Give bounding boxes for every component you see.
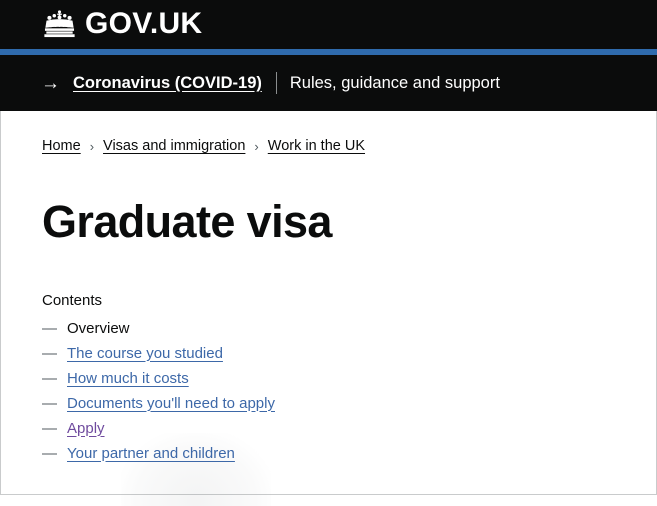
- list-item: — Your partner and children: [1, 445, 656, 470]
- em-dash-icon: —: [42, 419, 57, 437]
- breadcrumb-separator-icon: ›: [254, 138, 259, 154]
- contents-item-overview: Overview: [67, 319, 130, 337]
- contents-item-your-partner-and-children[interactable]: Your partner and children: [67, 445, 235, 462]
- em-dash-icon: —: [42, 344, 57, 362]
- breadcrumb-item-home[interactable]: Home: [42, 138, 81, 154]
- contents-item-apply[interactable]: Apply: [67, 420, 105, 437]
- breadcrumb-item-visas-and-immigration[interactable]: Visas and immigration: [103, 138, 245, 154]
- contents-item-documents-youll-need-to-apply[interactable]: Documents you'll need to apply: [67, 395, 275, 412]
- page-title: Graduate visa: [42, 196, 332, 247]
- coronavirus-banner-subtext: Rules, guidance and support: [289, 73, 500, 92]
- breadcrumb-item-work-in-the-uk[interactable]: Work in the UK: [268, 138, 365, 154]
- em-dash-icon: —: [42, 369, 57, 387]
- em-dash-icon: —: [42, 444, 57, 462]
- contents-item-the-course-you-studied[interactable]: The course you studied: [67, 345, 223, 362]
- list-item: — How much it costs: [1, 370, 656, 395]
- breadcrumb: Home › Visas and immigration › Work in t…: [1, 111, 656, 154]
- arrow-right-icon: →: [41, 72, 60, 94]
- govuk-header-inner: GOV.UK: [0, 8, 657, 39]
- list-item: — Apply: [1, 420, 656, 445]
- banner-divider: [275, 72, 277, 94]
- list-item: — Overview: [1, 320, 656, 345]
- list-item: — The course you studied: [1, 345, 656, 370]
- govuk-header: GOV.UK: [0, 0, 657, 49]
- main-content: Home › Visas and immigration › Work in t…: [0, 111, 657, 506]
- coronavirus-banner-link[interactable]: Coronavirus (COVID-19): [73, 74, 262, 93]
- breadcrumb-separator-icon: ›: [89, 138, 95, 154]
- contents-heading: Contents: [42, 291, 103, 309]
- crown-icon: [44, 10, 75, 38]
- contents-item-how-much-it-costs[interactable]: How much it costs: [67, 370, 189, 387]
- coronavirus-banner: → Coronavirus (COVID-19) Rules, guidance…: [0, 55, 657, 111]
- em-dash-icon: —: [42, 394, 57, 412]
- contents-list: — Overview — The course you studied — Ho…: [1, 320, 656, 470]
- list-item: — Documents you'll need to apply: [1, 395, 656, 420]
- govuk-logotype[interactable]: GOV.UK: [85, 8, 202, 39]
- em-dash-icon: —: [42, 319, 57, 337]
